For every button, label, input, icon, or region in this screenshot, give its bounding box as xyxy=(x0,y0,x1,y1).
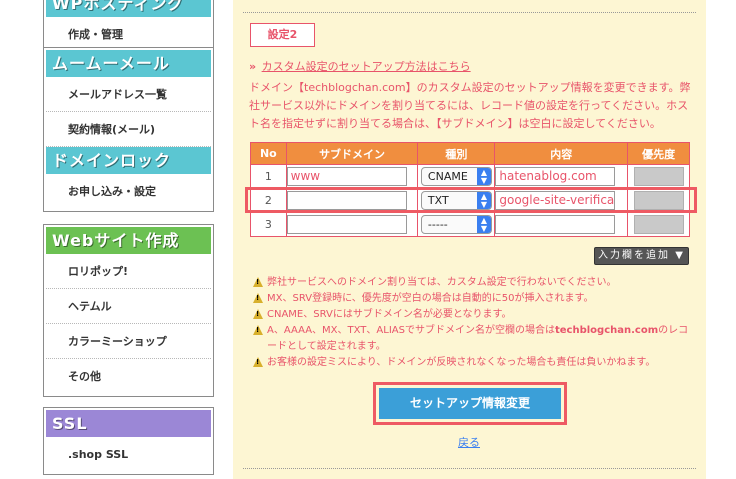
section-tag: 設定2 xyxy=(250,23,315,47)
sidebar-mail-domain: ムームーメール メールアドレス一覧 契約情報(メール) ドメインロック お申し込… xyxy=(43,47,214,221)
mail-domainlock-box: ムームーメール メールアドレス一覧 契約情報(メール) ドメインロック お申し込… xyxy=(43,47,214,212)
add-row-button[interactable]: 入力欄を追加 ▼ xyxy=(594,247,689,265)
warning-icon xyxy=(253,293,263,303)
sidebar-item-domainlock-apply[interactable]: お申し込み・設定 xyxy=(46,174,211,209)
ssl-box: SSL .shop SSL xyxy=(43,407,214,475)
note-text: お客様の設定ミスにより、ドメインが反映されなくなった場合も責任は負いかねます。 xyxy=(267,357,656,368)
triangle-down-icon: ▼ xyxy=(675,250,685,261)
subdomain-input[interactable]: www xyxy=(286,167,407,186)
double-chevron-right-icon: » xyxy=(249,60,257,73)
warning-icon xyxy=(253,357,263,367)
type-select-value: CNAME xyxy=(427,170,468,183)
sidebar-item-heteml[interactable]: ヘテムル xyxy=(46,289,211,324)
mail-heading: ムームーメール xyxy=(46,50,211,77)
sidebar-item-lolipop[interactable]: ロリポップ! xyxy=(46,254,211,289)
sidebar-item-shop-ssl[interactable]: .shop SSL xyxy=(46,437,211,472)
website-box: Webサイト作成 ロリポップ! ヘテムル カラーミーショップ その他 xyxy=(43,224,214,397)
note-text: A、AAAA、MX、TXT、ALIASでサブドメイン名が空欄の場合は xyxy=(267,325,555,336)
type-select-value: ----- xyxy=(427,218,448,231)
col-content: 内容 xyxy=(494,142,629,165)
website-heading: Webサイト作成 xyxy=(46,227,211,254)
wp-hosting-heading: WPホスティング xyxy=(46,0,211,17)
col-priority: 優先度 xyxy=(627,142,690,165)
description-text: ドメイン【techblogchan.com】のカスタム設定のセットアップ情報を変… xyxy=(249,81,691,130)
priority-input[interactable] xyxy=(633,167,684,186)
table-row: 3 ----- ▲ ▼ xyxy=(250,212,690,237)
content-input[interactable] xyxy=(495,215,616,234)
select-arrows-icon: ▲ ▼ xyxy=(476,216,491,233)
col-subdomain: サブドメイン xyxy=(285,142,419,165)
priority-input[interactable] xyxy=(633,215,684,234)
note-item: MX、SRV登録時に、優先度が空白の場合は自動的に50が挿入されます。 xyxy=(253,291,695,307)
note-domain: techblogchan.com xyxy=(554,325,659,336)
sidebar-item-colorme[interactable]: カラーミーショップ xyxy=(46,324,211,359)
table-row: 1 www CNAME ▲ ▼ hatenablog.com xyxy=(250,164,690,189)
col-type: 種別 xyxy=(417,142,496,165)
submit-setup-button[interactable]: セットアップ情報変更 xyxy=(379,388,561,419)
notes-list: 弊社サービスへのドメイン割り当ては、カスタム設定で行わないでください。 MX、S… xyxy=(253,275,695,371)
highlight-row-2 xyxy=(245,187,697,213)
back-link[interactable]: 戻る xyxy=(458,434,480,450)
note-text: 弊社サービスへのドメイン割り当ては、カスタム設定で行わないでください。 xyxy=(267,277,617,288)
row-no: 1 xyxy=(250,164,287,189)
col-no: No xyxy=(250,142,287,165)
row-no: 3 xyxy=(250,212,287,237)
note-item: お客様の設定ミスにより、ドメインが反映されなくなった場合も責任は負いかねます。 xyxy=(253,355,695,371)
sidebar-item-mail-contract[interactable]: 契約情報(メール) xyxy=(46,112,211,147)
sidebar-ssl: SSL .shop SSL xyxy=(43,407,214,479)
main-content: 設定2 » カスタム設定のセットアップ方法はこちら ドメイン【techblogc… xyxy=(233,0,706,479)
divider-top xyxy=(243,12,696,13)
add-row-label: 入力欄を追加 xyxy=(598,250,671,261)
select-arrows-icon: ▲ ▼ xyxy=(476,168,491,185)
subdomain-input[interactable] xyxy=(286,215,407,234)
page: WPホスティング 作成・管理 ムームーメール メールアドレス一覧 契約情報(メー… xyxy=(0,0,736,479)
submit-highlight: セットアップ情報変更 xyxy=(373,382,567,425)
divider-bottom xyxy=(243,468,696,469)
warning-icon xyxy=(253,325,263,335)
warning-icon xyxy=(253,309,263,319)
note-text: CNAME、SRVにはサブドメイン名が必要となります。 xyxy=(267,309,512,320)
note-item: A、AAAA、MX、TXT、ALIASでサブドメイン名が空欄の場合はtechbl… xyxy=(253,323,695,355)
ssl-heading: SSL xyxy=(46,410,211,437)
type-select[interactable]: CNAME ▲ ▼ xyxy=(420,167,492,186)
domainlock-heading: ドメインロック xyxy=(46,147,211,174)
note-item: 弊社サービスへのドメイン割り当ては、カスタム設定で行わないでください。 xyxy=(253,275,695,291)
type-select[interactable]: ----- ▲ ▼ xyxy=(420,215,492,234)
sidebar-item-mail-list[interactable]: メールアドレス一覧 xyxy=(46,77,211,112)
setup-guide-line: » カスタム設定のセットアップ方法はこちら xyxy=(249,58,471,74)
setup-guide-link[interactable]: カスタム設定のセットアップ方法はこちら xyxy=(262,60,471,73)
content-input[interactable]: hatenablog.com xyxy=(495,167,616,186)
note-text: MX、SRV登録時に、優先度が空白の場合は自動的に50が挿入されます。 xyxy=(267,293,594,304)
note-item: CNAME、SRVにはサブドメイン名が必要となります。 xyxy=(253,307,695,323)
sidebar-item-other[interactable]: その他 xyxy=(46,359,211,394)
warning-icon xyxy=(253,277,263,287)
sidebar-website: Webサイト作成 ロリポップ! ヘテムル カラーミーショップ その他 xyxy=(43,224,214,406)
table-header-row: No サブドメイン 種別 内容 優先度 xyxy=(250,142,690,165)
